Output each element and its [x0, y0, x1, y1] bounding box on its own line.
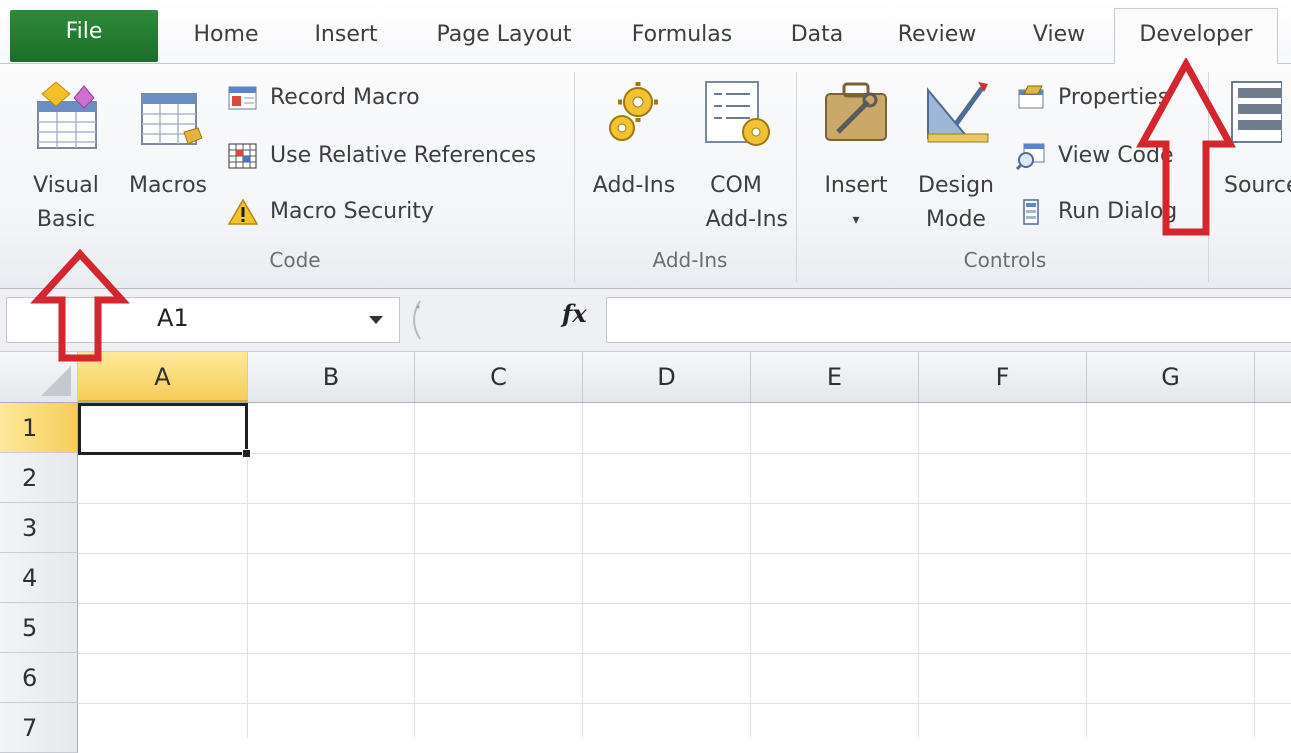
- toolbox-icon: [825, 82, 887, 141]
- column-header-d[interactable]: D: [583, 352, 751, 402]
- column-header-g[interactable]: G: [1087, 352, 1255, 402]
- column-header-e[interactable]: E: [751, 352, 919, 402]
- warning-icon: [228, 198, 258, 225]
- gridline: [78, 553, 1291, 554]
- name-box-value: A1: [157, 304, 189, 332]
- ribbon: Visual Basic Macros Record Macro Use Rel…: [0, 64, 1291, 289]
- annotation-arrow-up-icon: [1136, 58, 1236, 236]
- record-macro-icon: [228, 86, 257, 110]
- gridline: [582, 403, 583, 738]
- record-macro-label: Record Macro: [270, 85, 420, 110]
- group-separator: [574, 72, 575, 282]
- tab-review[interactable]: Review: [878, 10, 996, 60]
- visual-basic-button[interactable]: Visual Basic: [16, 72, 116, 237]
- formula-input[interactable]: [606, 297, 1291, 343]
- row-header-6[interactable]: 6: [0, 653, 78, 703]
- macros-label: Macros: [128, 173, 208, 198]
- design-mode-label-1: Design: [918, 173, 994, 198]
- add-ins-label: Add-Ins: [592, 173, 676, 198]
- macro-security-label: Macro Security: [270, 199, 434, 224]
- macros-button[interactable]: Macros: [120, 72, 216, 203]
- run-dialog-icon: [1023, 199, 1039, 225]
- design-mode-icon: [927, 82, 989, 143]
- properties-icon: [1018, 85, 1044, 109]
- add-ins-group-label: Add-Ins: [652, 248, 728, 272]
- column-header-row: A B C D E F G: [0, 352, 1291, 403]
- gears-icon: [609, 82, 658, 141]
- gridline: [1086, 403, 1087, 738]
- row-header-7[interactable]: 7: [0, 703, 78, 753]
- insert-controls-button[interactable]: Insert ▾: [806, 72, 906, 237]
- gridline: [1254, 403, 1255, 738]
- row-header-4[interactable]: 4: [0, 553, 78, 603]
- formula-bar-divider[interactable]: [402, 297, 426, 343]
- visual-basic-label-2: Basic: [36, 207, 96, 232]
- gridline: [918, 403, 919, 738]
- tab-view[interactable]: View: [1012, 10, 1106, 60]
- active-cell-a1[interactable]: [78, 403, 251, 458]
- use-relative-references-label: Use Relative References: [270, 143, 537, 168]
- annotation-arrow-up-icon: [30, 248, 130, 362]
- select-all-icon: [41, 366, 71, 396]
- gridline: [750, 403, 751, 738]
- tab-home[interactable]: Home: [170, 10, 282, 60]
- controls-group-label: Controls: [963, 248, 1047, 272]
- com-add-ins-label-2: Add-Ins: [705, 207, 788, 232]
- visual-basic-label-1: Visual: [33, 173, 99, 198]
- gridline: [78, 653, 1291, 654]
- design-mode-label-2: Mode: [926, 207, 986, 232]
- gridline: [78, 603, 1291, 604]
- com-add-ins-button[interactable]: COM Add-Ins: [684, 72, 788, 237]
- row-header-5[interactable]: 5: [0, 603, 78, 653]
- formula-bar: A1 fx: [0, 289, 1291, 352]
- tab-developer[interactable]: Developer: [1114, 8, 1278, 64]
- row-header-1[interactable]: 1: [0, 403, 78, 453]
- tab-page-layout[interactable]: Page Layout: [412, 10, 596, 60]
- ribbon-tab-bar: File Home Insert Page Layout Formulas Da…: [0, 0, 1291, 64]
- add-ins-button[interactable]: Add-Ins: [582, 72, 686, 203]
- fill-handle[interactable]: [242, 449, 251, 458]
- insert-controls-label: Insert: [824, 173, 888, 198]
- chevron-down-icon[interactable]: [369, 316, 383, 324]
- tab-formulas[interactable]: Formulas: [612, 10, 752, 60]
- column-header-f[interactable]: F: [919, 352, 1087, 402]
- gridline: [78, 703, 1291, 704]
- tab-file[interactable]: File: [10, 10, 158, 62]
- macros-icon: [141, 93, 203, 145]
- column-header-c[interactable]: C: [415, 352, 583, 402]
- row-header-2[interactable]: 2: [0, 453, 78, 503]
- gridline: [78, 503, 1291, 504]
- com-add-ins-icon: [705, 81, 770, 146]
- column-header-b[interactable]: B: [248, 352, 415, 402]
- relative-references-icon: [228, 143, 257, 169]
- gridline: [414, 403, 415, 738]
- com-add-ins-label-1: COM: [710, 173, 762, 198]
- insert-dropdown-arrow: ▾: [852, 212, 860, 228]
- row-header-3[interactable]: 3: [0, 503, 78, 553]
- worksheet-grid[interactable]: A B C D E F G 1 2 3 4 5 6 7: [0, 352, 1291, 753]
- column-header-h[interactable]: [1255, 352, 1291, 402]
- row-header-column: 1 2 3 4 5 6 7: [0, 403, 78, 753]
- visual-basic-icon: [37, 81, 97, 149]
- group-separator: [796, 72, 797, 282]
- code-group-label: Code: [269, 248, 321, 272]
- design-mode-button[interactable]: Design Mode: [906, 72, 1006, 237]
- view-code-icon: [1016, 143, 1045, 170]
- insert-function-icon[interactable]: fx: [562, 299, 587, 328]
- tab-data[interactable]: Data: [770, 10, 864, 60]
- tab-insert[interactable]: Insert: [298, 10, 394, 60]
- gridline: [78, 453, 1291, 454]
